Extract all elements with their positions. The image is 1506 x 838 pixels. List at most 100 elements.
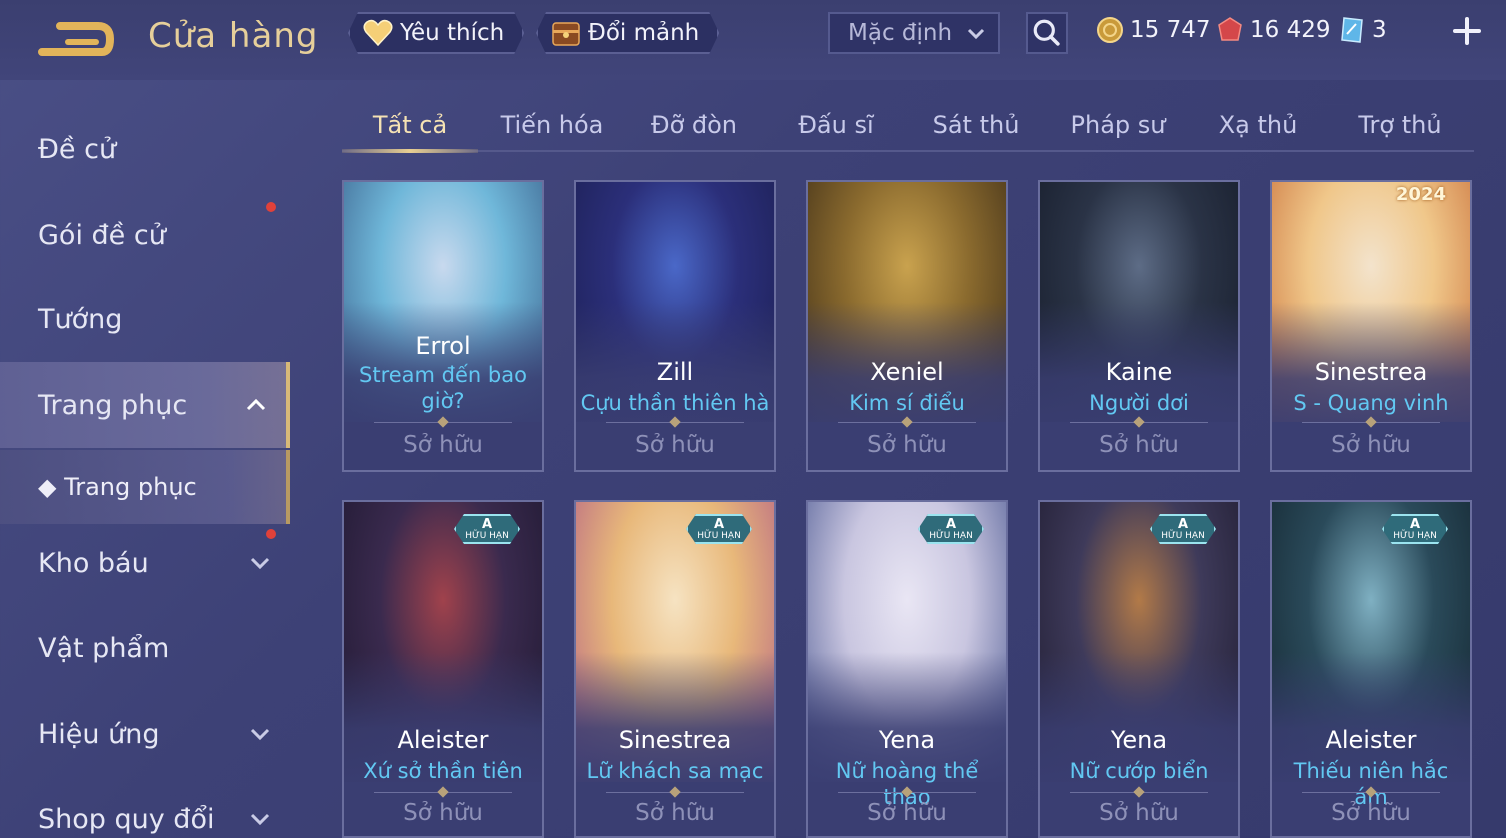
owned-status: Sở hữu bbox=[403, 432, 483, 458]
owned-status: Sở hữu bbox=[635, 800, 715, 826]
skin-card[interactable]: Kaine Người dơi Sở hữu bbox=[1038, 180, 1240, 472]
gem-currency: 16 429 bbox=[1216, 14, 1330, 46]
gold-currency: 15 747 bbox=[1096, 14, 1210, 46]
skin-card[interactable]: A HỮU HẠN Aleister Xứ sở thần tiên Sở hữu bbox=[342, 500, 544, 838]
owned-status: Sở hữu bbox=[403, 800, 483, 826]
chevron-up-icon bbox=[246, 398, 266, 411]
skin-card[interactable]: Zill Cựu thần thiên hà Sở hữu bbox=[574, 180, 776, 472]
sidebar-item-exchange-shop[interactable]: Shop quy đổi bbox=[0, 776, 290, 838]
skin-name: Stream đến bao giờ? bbox=[359, 363, 527, 413]
skin-card[interactable]: Errol Stream đến bao giờ? Sở hữu bbox=[342, 180, 544, 472]
tab-fighter[interactable]: Đấu sĩ bbox=[768, 100, 904, 150]
notification-dot bbox=[266, 202, 276, 212]
chevron-down-icon bbox=[250, 813, 270, 826]
skin-name: Người dơi bbox=[1089, 391, 1189, 415]
skin-name: Kim sí điểu bbox=[849, 391, 965, 415]
sidebar-subitem-skins[interactable]: ◆ Trang phục bbox=[0, 450, 290, 524]
sidebar-item-heroes[interactable]: Tướng bbox=[0, 276, 290, 362]
search-icon bbox=[1033, 19, 1060, 46]
tab-all[interactable]: Tất cả bbox=[342, 100, 478, 153]
top-bar: Cửa hàng Yêu thích Đổi mảnh Mặc định 15 bbox=[0, 0, 1506, 80]
skin-name: Cựu thần thiên hà bbox=[580, 391, 770, 415]
ticket-value: 3 bbox=[1372, 17, 1387, 43]
year-tag: 2024 bbox=[1395, 184, 1446, 205]
hero-name: Aleister bbox=[397, 726, 489, 754]
owned-status: Sở hữu bbox=[1331, 800, 1411, 826]
sidebar-subitem-label: ◆ Trang phục bbox=[38, 473, 197, 501]
hero-name: Xeniel bbox=[870, 358, 944, 386]
hero-name: Sinestrea bbox=[1314, 358, 1428, 386]
skin-card[interactable]: Xeniel Kim sí điểu Sở hữu bbox=[806, 180, 1008, 472]
sidebar-item-items[interactable]: Vật phẩm bbox=[0, 605, 290, 691]
hero-name: Kaine bbox=[1105, 358, 1173, 386]
limited-badge: A HỮU HẠN bbox=[918, 514, 984, 544]
hero-name: Yena bbox=[878, 726, 936, 754]
skin-name: S - Quang vinh bbox=[1293, 391, 1449, 415]
sidebar-item-effects[interactable]: Hiệu ứng bbox=[0, 691, 290, 777]
plus-icon[interactable] bbox=[1448, 14, 1486, 48]
hero-name: Sinestrea bbox=[618, 726, 732, 754]
sidebar-item-label: Gói đề cử bbox=[38, 219, 166, 251]
owned-status: Sở hữu bbox=[635, 432, 715, 458]
sidebar-item-treasure[interactable]: Kho báu bbox=[0, 520, 290, 606]
skin-name: Nữ cướp biển bbox=[1069, 759, 1209, 783]
limited-badge: A HỮU HẠN bbox=[1150, 514, 1216, 544]
tab-support[interactable]: Trợ thủ bbox=[1332, 100, 1468, 150]
gold-value: 15 747 bbox=[1130, 17, 1211, 43]
limited-badge: A HỮU HẠN bbox=[686, 514, 752, 544]
ticket-currency: 3 bbox=[1338, 14, 1387, 46]
sidebar-item-label: Vật phẩm bbox=[38, 632, 170, 664]
sort-value: Mặc định bbox=[848, 20, 953, 46]
skin-card[interactable]: AHỮU HẠN Aleister Thiếu niên hắc ám Sở h… bbox=[1270, 500, 1472, 838]
limited-badge: A HỮU HẠN bbox=[1382, 514, 1448, 544]
hero-name: Errol bbox=[415, 332, 471, 360]
chevron-down-icon bbox=[967, 28, 985, 40]
favorites-button[interactable]: Yêu thích bbox=[348, 12, 524, 54]
exchange-fragments-button[interactable]: Đổi mảnh bbox=[536, 12, 719, 54]
tab-assassin[interactable]: Sát thủ bbox=[908, 100, 1044, 150]
blue-ticket-icon bbox=[1341, 17, 1363, 43]
tab-tank[interactable]: Đỡ đòn bbox=[626, 100, 762, 150]
owned-status: Sở hữu bbox=[1331, 432, 1411, 458]
sort-dropdown[interactable]: Mặc định bbox=[828, 12, 1000, 54]
sidebar-item-recommended-packs[interactable]: Gói đề cử bbox=[0, 192, 290, 278]
tab-marksman[interactable]: Xạ thủ bbox=[1190, 100, 1326, 150]
sidebar-item-skins[interactable]: Trang phục bbox=[0, 362, 290, 448]
hero-name: Yena bbox=[1110, 726, 1168, 754]
skin-card[interactable]: AHỮU HẠN Yena Nữ hoàng thể thao Sở hữu bbox=[806, 500, 1008, 838]
role-tabs: Tất cả Tiến hóa Đỡ đòn Đấu sĩ Sát thủ Ph… bbox=[342, 100, 1474, 153]
treasure-chest-icon bbox=[550, 17, 582, 49]
skin-name: Lữ khách sa mạc bbox=[586, 759, 764, 783]
skin-card[interactable]: A HỮU HẠN Yena Nữ cướp biển Sở hữu bbox=[1038, 500, 1240, 838]
owned-status: Sở hữu bbox=[1099, 432, 1179, 458]
chevron-down-icon bbox=[250, 557, 270, 570]
sidebar-item-label: Đề cử bbox=[38, 133, 117, 165]
owned-status: Sở hữu bbox=[1099, 800, 1179, 826]
limited-badge: A HỮU HẠN bbox=[454, 514, 520, 544]
owned-status: Sở hữu bbox=[867, 800, 947, 826]
hero-name: Aleister bbox=[1325, 726, 1417, 754]
sidebar-item-label: Kho báu bbox=[38, 547, 149, 579]
favorites-label: Yêu thích bbox=[400, 20, 505, 46]
gem-value: 16 429 bbox=[1250, 17, 1331, 43]
sidebar: Đề cử Gói đề cử Tướng Trang phục ◆ Trang… bbox=[0, 80, 292, 838]
red-gem-icon bbox=[1218, 17, 1242, 41]
tab-mage[interactable]: Pháp sư bbox=[1050, 100, 1186, 150]
page-title: Cửa hàng bbox=[148, 16, 319, 56]
sidebar-item-recommended[interactable]: Đề cử bbox=[0, 106, 290, 192]
chevron-down-icon bbox=[250, 728, 270, 741]
sidebar-item-label: Trang phục bbox=[38, 389, 188, 421]
hero-name: Zill bbox=[656, 358, 694, 386]
search-button[interactable] bbox=[1026, 12, 1068, 54]
skin-name: Xứ sở thần tiên bbox=[363, 759, 523, 783]
owned-status: Sở hữu bbox=[867, 432, 947, 458]
sidebar-item-label: Hiệu ứng bbox=[38, 718, 160, 750]
gold-coin-icon bbox=[1097, 17, 1123, 43]
skin-card[interactable]: A HỮU HẠN Sinestrea Lữ khách sa mạc Sở hữ… bbox=[574, 500, 776, 838]
back-arrow-icon[interactable] bbox=[38, 18, 114, 60]
heart-icon bbox=[362, 17, 394, 49]
skin-card[interactable]: 2024 Sinestrea S - Quang vinh Sở hữu bbox=[1270, 180, 1472, 472]
tab-evolution[interactable]: Tiến hóa bbox=[484, 100, 620, 150]
sidebar-item-label: Tướng bbox=[38, 303, 123, 335]
sidebar-item-label: Shop quy đổi bbox=[38, 803, 215, 835]
